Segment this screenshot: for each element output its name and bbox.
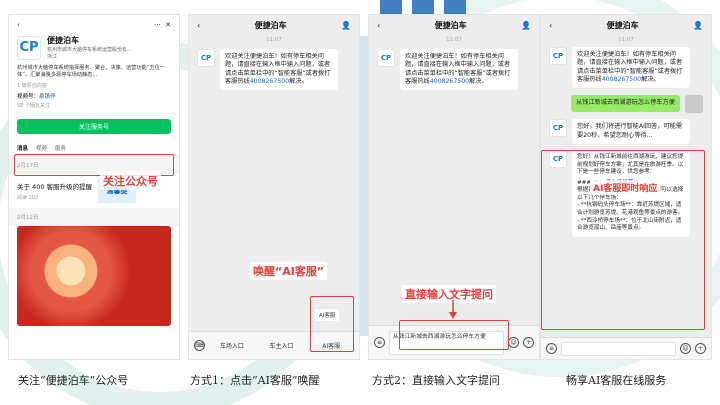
- article-title: 关于 400 客服升级的提醒: [17, 182, 93, 191]
- tab-services[interactable]: 服务: [55, 144, 66, 152]
- article-reads: 阅读 202: [17, 194, 39, 201]
- more-icon[interactable]: ···: [154, 21, 161, 29]
- plus-icon[interactable]: +: [523, 337, 534, 348]
- account-name: 便捷泊车: [47, 36, 79, 45]
- tutorial-canvas: ‹ ··· ✕ CP 便捷泊车 杭州市城市大脑停车系统运营股份有... 浙江 杭…: [0, 0, 720, 405]
- emoji-icon[interactable]: ☺: [508, 337, 519, 348]
- ai-menu-highlight-box: [310, 296, 354, 352]
- welcome-bubble: 欢迎关注便捷泊车！如有停车相关问题，请直接在输入框中输入问题，或者请点击菜单栏中…: [400, 49, 518, 91]
- video-channel-label: 视频号：: [17, 93, 40, 100]
- input-bar: ≡ ☺ +: [541, 337, 711, 359]
- chat-navbar: ‹ 便捷泊车 👤: [541, 15, 711, 35]
- ai-message-wait: CP 您好，我们将进行智能AI回答，可能需要20秒，希望您耐心等待...: [541, 116, 711, 147]
- friends-following: 58 个朋友关注: [17, 102, 50, 109]
- wake-annotation: 唤醒“AI客服”: [250, 262, 328, 280]
- article-cover-image[interactable]: [17, 225, 171, 326]
- user-bubble: 从钱江新城去西湖游玩怎么停车方便: [571, 95, 680, 112]
- back-arrow-icon[interactable]: ‹: [17, 21, 20, 29]
- follow-account-button[interactable]: 关注服务号: [17, 118, 171, 134]
- caption-step-1: 关注“便捷泊车”公众号: [18, 374, 129, 387]
- tab-videos[interactable]: 视频: [36, 144, 47, 152]
- chat-title: 便捷泊车: [434, 20, 467, 30]
- video-channel[interactable]: 视频号：泉蹟停: [17, 92, 171, 100]
- account-location: 浙江: [47, 54, 58, 60]
- welcome-message: CP 欢迎关注便捷泊车！如有停车相关问题，请直接在输入框中输入问题，或者请点击菜…: [369, 43, 539, 96]
- arrow-down-icon: [449, 300, 457, 319]
- caption-step-4: 畅享AI客服在线服务: [566, 374, 667, 387]
- menu-owner-entry[interactable]: 车主入口: [259, 341, 305, 350]
- ai-bubble-wait: 您好，我们将进行智能AI回答，可能需要20秒，希望您耐心等待...: [572, 119, 690, 145]
- menu-parking-entry[interactable]: 车场入口: [209, 341, 255, 350]
- welcome-message: CP 欢迎关注便捷泊车！如有停车相关问题，请直接在输入框中输入问题，或者请点击菜…: [541, 43, 711, 92]
- account-avatar-icon: CP: [197, 49, 215, 67]
- menu-toggle-icon[interactable]: ≡: [546, 343, 557, 354]
- account-company: 杭州市城市大脑停车系统运营股份有...: [47, 47, 132, 53]
- welcome-message: CP 欢迎关注便捷泊车！如有停车相关问题，请直接在输入框中输入问题，或者请点击菜…: [189, 43, 359, 96]
- input-highlight-box: [399, 320, 509, 350]
- emoji-icon[interactable]: ☺: [680, 343, 691, 354]
- keyboard-icon[interactable]: ⌨: [194, 340, 205, 351]
- ai-reply-highlight-box: [541, 150, 705, 330]
- chat-navbar: ‹ 便捷泊车 👤: [189, 15, 359, 35]
- back-arrow-icon[interactable]: ‹: [549, 21, 552, 30]
- account-description: 杭州城市大脑停车系统指挥服务、聚合、决策、运营功能“五位一体”，汇聚海量多源停车…: [17, 65, 165, 79]
- hotline-link[interactable]: 4008267500: [430, 78, 469, 85]
- account-avatar-icon: CP: [549, 119, 567, 138]
- tab-messages[interactable]: 消息: [17, 144, 28, 152]
- user-avatar-icon: [685, 95, 703, 114]
- brand-logo-icon: CP: [17, 35, 41, 60]
- caption-step-2: 方式1：点击“AI客服”唤醒: [190, 374, 320, 387]
- close-icon[interactable]: ✕: [165, 21, 171, 29]
- hotline-link[interactable]: 4008267500: [602, 76, 641, 83]
- profile-icon[interactable]: 👤: [341, 21, 351, 30]
- back-arrow-icon[interactable]: ‹: [377, 21, 380, 30]
- message-input[interactable]: [561, 341, 676, 356]
- back-arrow-icon[interactable]: ‹: [197, 21, 200, 30]
- user-message: 从钱江新城去西湖游玩怎么停车方便: [541, 92, 711, 116]
- account-avatar-icon: CP: [549, 47, 567, 65]
- chat-title: 便捷泊车: [606, 20, 639, 30]
- caption-step-3: 方式2：直接输入文字提问: [372, 374, 500, 387]
- chat-title: 便捷泊车: [254, 20, 287, 30]
- hotline-link[interactable]: 4008267500: [250, 78, 289, 85]
- profile-icon[interactable]: 👤: [693, 21, 703, 30]
- content-tabs: 消息 视频 服务: [9, 138, 179, 156]
- follow-annotation: 关注公众号: [100, 172, 161, 190]
- welcome-bubble: 欢迎关注便捷泊车！如有停车相关问题，请直接在输入框中输入问题，或者请点击菜单栏中…: [572, 47, 690, 89]
- original-count: 1 篇原创内容: [17, 82, 47, 89]
- video-channel-name[interactable]: 泉蹟停: [39, 94, 56, 100]
- menu-toggle-icon[interactable]: ≡: [374, 337, 385, 348]
- date-divider: 2月12日: [9, 207, 179, 226]
- welcome-bubble: 欢迎关注便捷泊车！如有停车相关问题，请直接在输入框中输入问题，或者请点击菜单栏中…: [220, 49, 338, 91]
- instant-response-annotation: AI客服即时响应: [590, 180, 661, 195]
- account-avatar-icon: CP: [377, 49, 395, 67]
- profile-icon[interactable]: 👤: [521, 21, 531, 30]
- plus-icon[interactable]: +: [695, 343, 706, 354]
- chat-navbar: ‹ 便捷泊车 👤: [369, 15, 539, 35]
